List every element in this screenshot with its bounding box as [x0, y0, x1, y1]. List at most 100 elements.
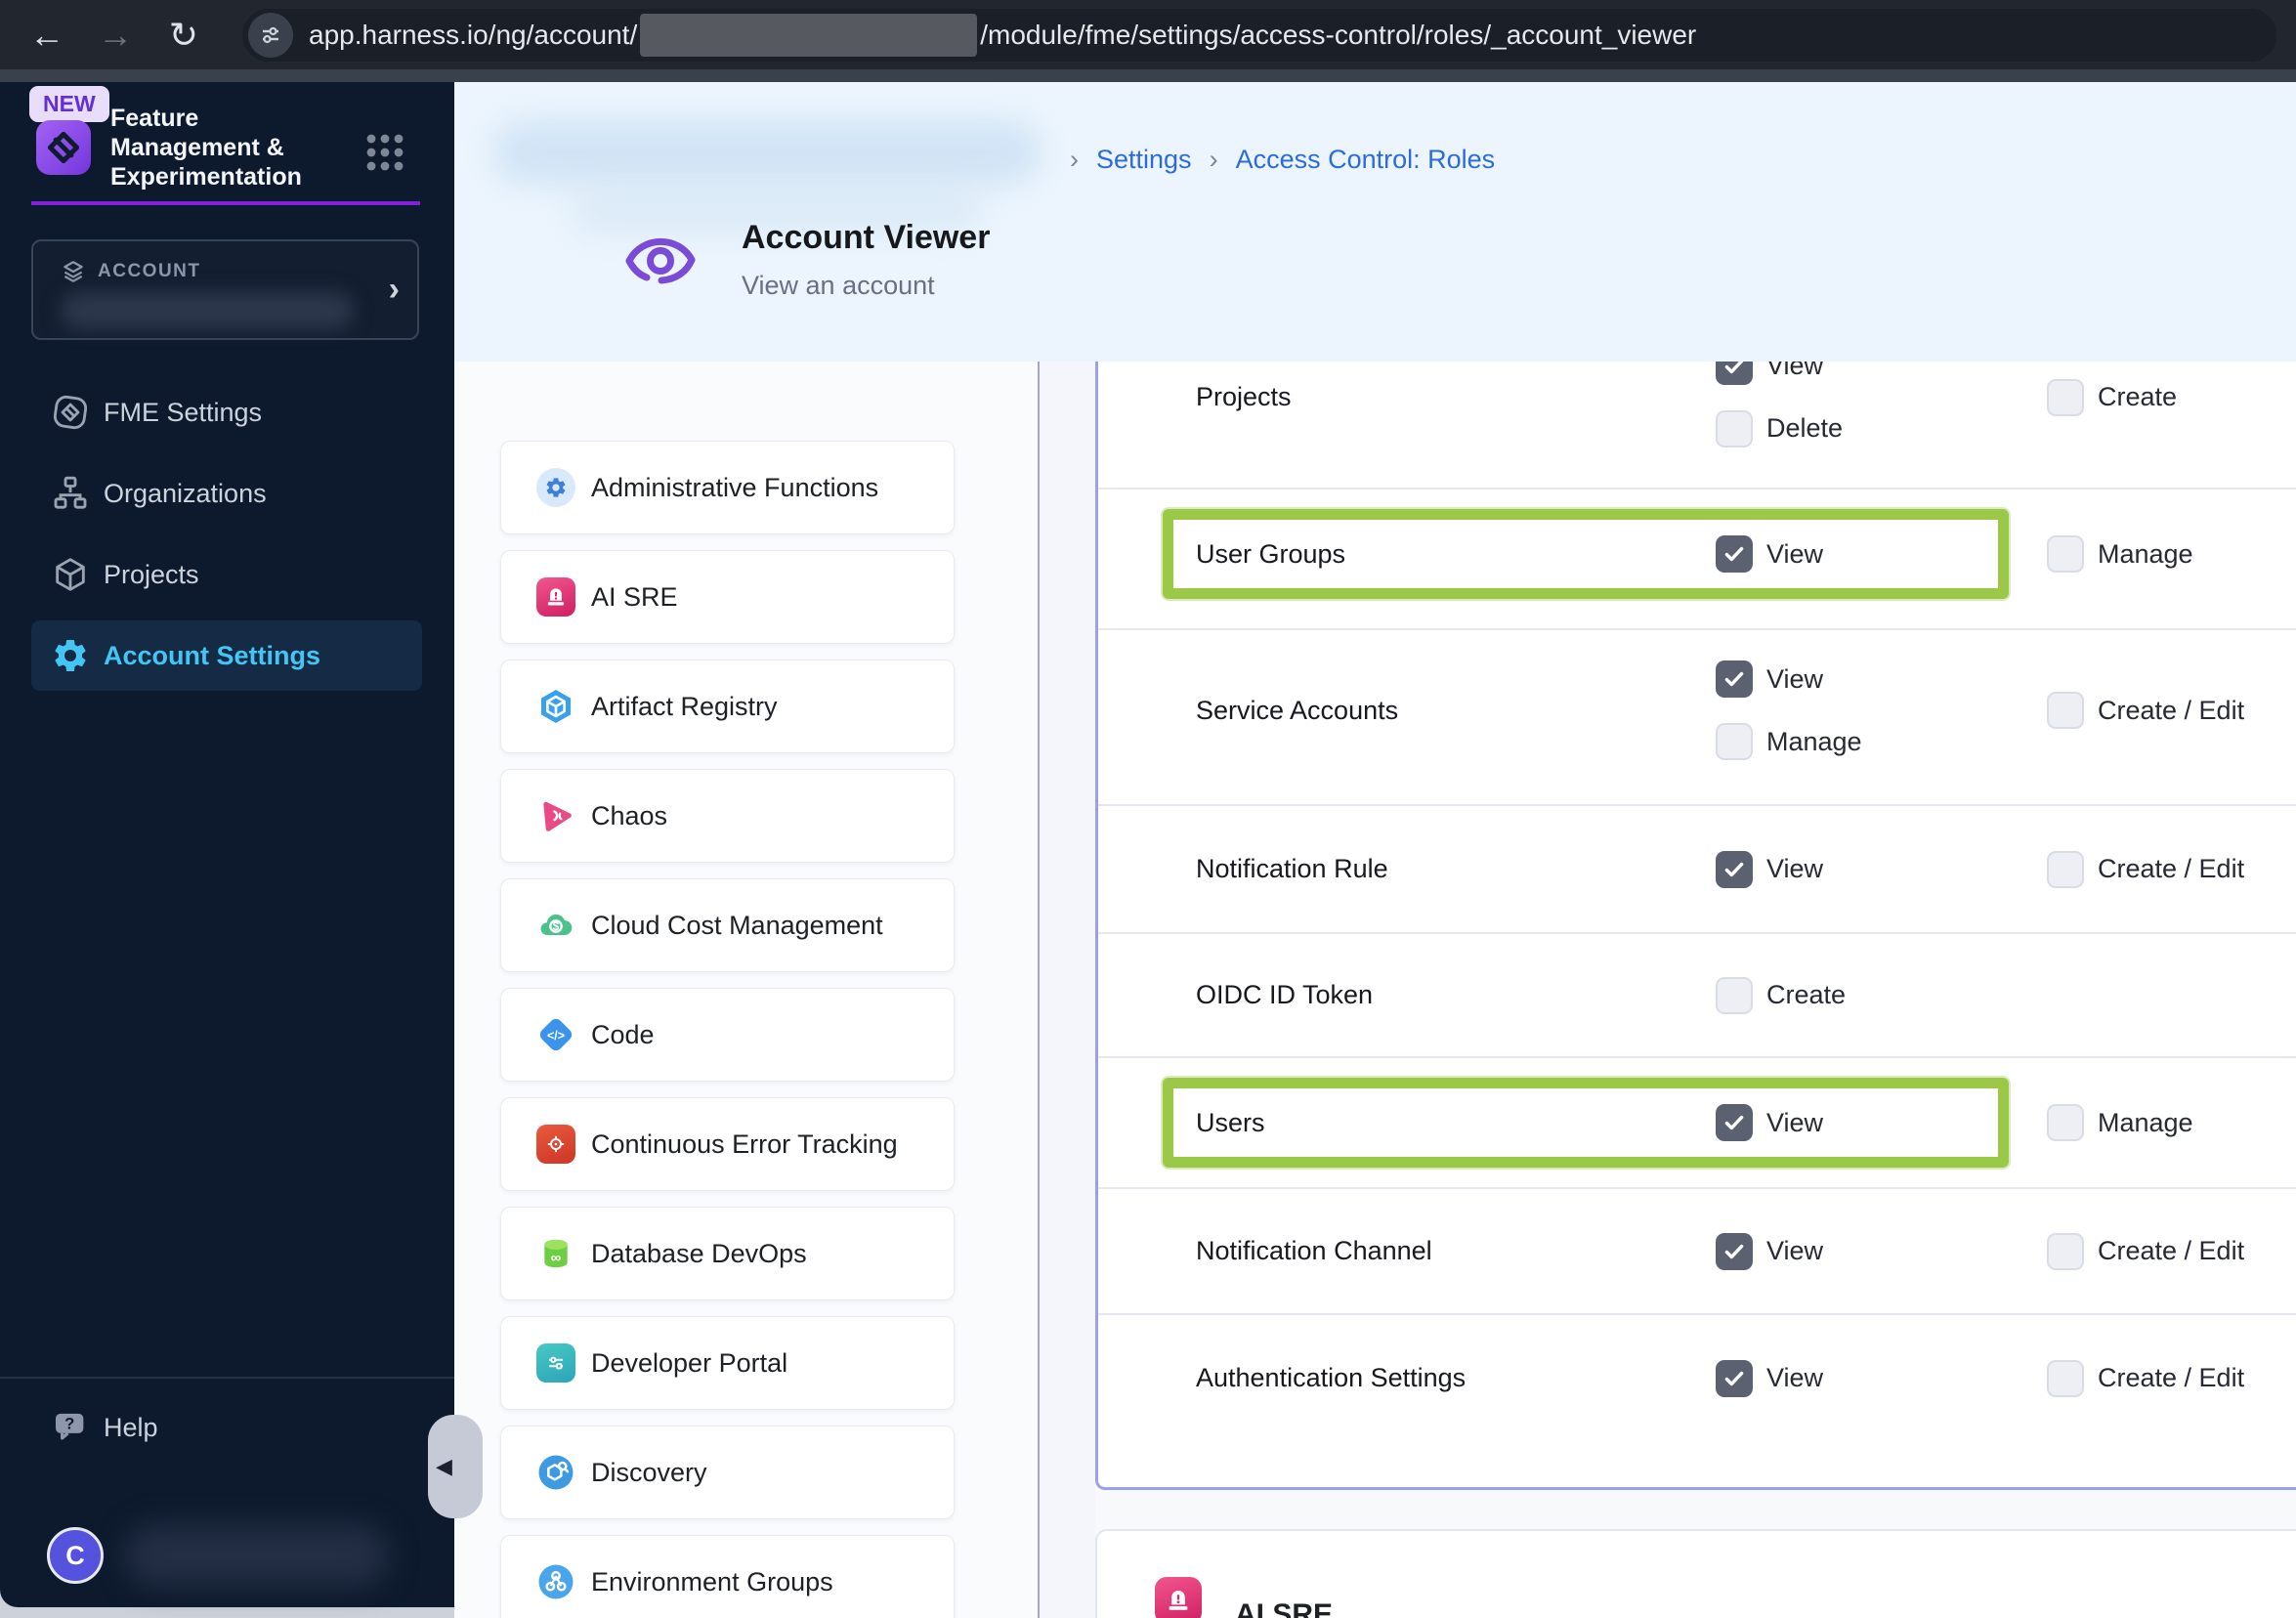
checkbox-users-view[interactable]: [1716, 1104, 1753, 1141]
breadcrumb-separator: ›: [1209, 145, 1218, 174]
org-chart-icon: [51, 474, 90, 513]
sidebar-item-fme-settings[interactable]: FME Settings: [31, 377, 422, 447]
sidebar-item-label: Organizations: [104, 478, 267, 508]
permission-row-inner: Authentication Settings View Create / Edit: [1098, 1291, 2296, 1466]
checkbox-oidc-id-token-create[interactable]: [1716, 976, 1753, 1014]
permission-option-label: Manage: [2098, 1107, 2193, 1137]
category-card-database-devops[interactable]: ∞ Database DevOps: [500, 1207, 955, 1300]
checkbox-authentication-settings-create-edit[interactable]: [2047, 1359, 2084, 1397]
category-card-chaos[interactable]: Chaos: [500, 769, 955, 863]
permission-option-users-view: View: [1716, 1104, 2047, 1141]
permission-column-1: View Delete: [1716, 362, 2047, 447]
avatar[interactable]: C: [47, 1527, 104, 1584]
checkbox-notification-rule-view[interactable]: [1716, 850, 1753, 888]
browser-back-icon[interactable]: ←: [21, 10, 72, 61]
permission-row-users: Users View Manage: [1098, 1058, 2296, 1189]
fme-product-logo-icon[interactable]: [36, 120, 91, 175]
module-switcher-grid-icon[interactable]: [363, 131, 406, 174]
category-card-discovery[interactable]: Discovery: [500, 1426, 955, 1519]
checkbox-user-groups-view[interactable]: [1716, 535, 1753, 573]
permission-option-label: Manage: [2098, 538, 2193, 569]
permission-row-inner: OIDC ID Token Create: [1098, 934, 2296, 1056]
user-profile[interactable]: C: [47, 1524, 389, 1587]
permission-column-1: View: [1716, 850, 2047, 888]
permission-column-1: View: [1716, 1104, 2047, 1141]
checkbox-service-accounts-manage[interactable]: [1716, 723, 1753, 760]
permission-option-user-groups-view: View: [1716, 535, 2047, 573]
sidebar-item-projects[interactable]: Projects: [31, 539, 422, 610]
account-switcher[interactable]: ACCOUNT ›: [31, 239, 419, 340]
site-settings-icon[interactable]: [248, 13, 293, 58]
checkbox-user-groups-manage[interactable]: [2047, 535, 2084, 573]
sidebar: NEW Feature Management & Experimentation: [0, 82, 454, 1607]
breadcrumb-account-redaction: [493, 121, 1041, 184]
checkbox-projects-create[interactable]: [2047, 378, 2084, 416]
address-bar[interactable]: app.harness.io/ng/account//module/fme/se…: [242, 9, 2276, 62]
breadcrumb-link-settings[interactable]: Settings: [1096, 145, 1192, 175]
checkbox-service-accounts-view[interactable]: [1716, 660, 1753, 698]
breadcrumb-link-access-control-roles[interactable]: Access Control: Roles: [1236, 145, 1496, 175]
checkbox-projects-delete[interactable]: [1716, 409, 1753, 447]
sidebar-nav: FME Settings Organizations Projects Account…: [31, 377, 422, 702]
category-card-environment-groups[interactable]: Environment Groups: [500, 1535, 955, 1618]
sidebar-item-help[interactable]: ? Help: [31, 1392, 344, 1463]
brand-accent-divider: [31, 201, 420, 205]
app-root: ← → ↻ app.harness.io/ng/account//module/…: [0, 0, 2296, 1618]
checkbox-projects-view[interactable]: [1716, 362, 1753, 385]
sidebar-collapse-handle[interactable]: ◀: [428, 1415, 483, 1518]
crosshair-icon: [536, 1125, 575, 1164]
database-infinity-icon: ∞: [536, 1234, 575, 1273]
permission-option-user-groups-manage: Manage: [2047, 535, 2296, 573]
checkbox-authentication-settings-view[interactable]: [1716, 1359, 1753, 1397]
permission-option-service-accounts-view: View: [1716, 660, 2047, 698]
account-name-redaction: [61, 292, 354, 329]
permission-option-projects-delete: Delete: [1716, 409, 2047, 447]
page-subtitle: View an account: [742, 271, 935, 300]
browser-toolbar-edge: [0, 69, 2296, 82]
category-card-developer-portal[interactable]: Developer Portal: [500, 1316, 955, 1410]
resource-label: Service Accounts: [1196, 695, 1399, 725]
help-chat-icon: ?: [56, 1413, 84, 1440]
resource-label: Notification Channel: [1196, 1236, 1432, 1265]
permission-option-notification-rule-view: View: [1716, 850, 2047, 888]
category-card-artifact-registry[interactable]: Artifact Registry: [500, 660, 955, 753]
product-title: Feature Management & Experimentation: [110, 105, 302, 191]
permission-row-projects: Projects View Delete Create: [1098, 362, 2296, 490]
category-card-code[interactable]: </> Code: [500, 988, 955, 1082]
circuit-icon: [536, 1343, 575, 1383]
resource-category-list: Administrative Functions AI SRE Artifact R…: [500, 441, 955, 1618]
permission-row-inner: Projects View Delete Create: [1098, 362, 2296, 460]
fme-logo-outline-icon: [51, 393, 90, 432]
browser-toolbar: ← → ↻ app.harness.io/ng/account//module/…: [0, 0, 2296, 69]
category-card-continuous-error-tracking[interactable]: Continuous Error Tracking: [500, 1097, 955, 1191]
svg-text:$: $: [553, 920, 560, 933]
permission-option-label: Manage: [1766, 726, 1862, 756]
category-label: Database DevOps: [591, 1238, 807, 1268]
next-resource-group-card: AI SRE: [1095, 1529, 2296, 1618]
browser-reload-icon[interactable]: ↻: [158, 10, 209, 61]
permission-option-label: Create: [1766, 980, 1847, 1009]
checkbox-notification-channel-view[interactable]: [1716, 1232, 1753, 1270]
sidebar-item-organizations[interactable]: Organizations: [31, 458, 422, 529]
siren-icon: [536, 577, 575, 617]
panel-gutter: [1040, 362, 1095, 1618]
new-badge: NEW: [29, 86, 109, 122]
code-diamond-icon: </>: [536, 1015, 575, 1054]
url-redaction: [640, 14, 978, 57]
browser-forward-icon[interactable]: →: [90, 10, 141, 61]
permission-column-2: Manage: [2047, 535, 2296, 573]
permission-column-1: View: [1716, 1232, 2047, 1270]
category-card-ai-sre[interactable]: AI SRE: [500, 550, 955, 644]
category-card-cloud-cost-management[interactable]: $ Cloud Cost Management: [500, 878, 955, 972]
checkbox-notification-rule-create-edit[interactable]: [2047, 850, 2084, 888]
permission-column-2: Create / Edit: [2047, 1232, 2296, 1270]
sidebar-item-account-settings[interactable]: Account Settings: [31, 620, 422, 691]
permission-option-label: View: [1766, 1107, 1824, 1137]
permission-row-inner: Service Accounts View Manage Create / Edit: [1098, 623, 2296, 797]
checkbox-users-manage[interactable]: [2047, 1104, 2084, 1141]
permission-row-oidc-id-token: OIDC ID Token Create: [1098, 934, 2296, 1058]
category-card-administrative-functions[interactable]: Administrative Functions: [500, 441, 955, 534]
checkbox-notification-channel-create-edit[interactable]: [2047, 1232, 2084, 1270]
permission-option-label: Create / Edit: [2098, 1363, 2245, 1392]
checkbox-service-accounts-create-edit[interactable]: [2047, 692, 2084, 729]
